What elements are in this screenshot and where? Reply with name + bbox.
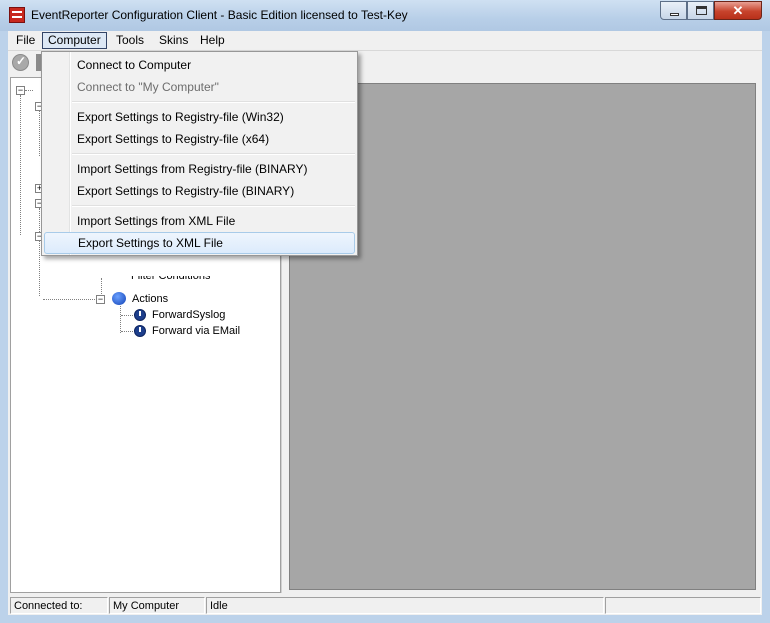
tree-connector (39, 208, 40, 232)
status-computer-name: My Computer (109, 597, 205, 614)
minimize-button[interactable] (660, 1, 687, 20)
tree-connector (39, 241, 40, 296)
tree-connector (25, 90, 33, 91)
menu-item-import-xml[interactable]: Import Settings from XML File (44, 210, 355, 232)
app-icon[interactable] (9, 7, 25, 23)
menu-help[interactable]: Help (195, 32, 230, 49)
tree-connector (120, 306, 121, 333)
menu-file[interactable]: File (11, 32, 40, 49)
menu-item-import-registry-binary[interactable]: Import Settings from Registry-file (BINA… (44, 158, 355, 180)
window-title: EventReporter Configuration Client - Bas… (31, 8, 408, 22)
maximize-button[interactable] (687, 1, 714, 20)
tree-connector (101, 278, 102, 294)
tree-item-forwardsyslog[interactable]: ForwardSyslog (152, 309, 225, 321)
tree-collapse-toggle[interactable]: − (16, 86, 25, 95)
menu-item-export-registry-binary[interactable]: Export Settings to Registry-file (BINARY… (44, 180, 355, 202)
menu-item-export-registry-win32[interactable]: Export Settings to Registry-file (Win32) (44, 106, 355, 128)
tree-connector (121, 331, 133, 332)
menu-separator (72, 153, 355, 155)
tree-collapse-toggle[interactable]: − (96, 295, 105, 304)
menu-item-export-xml[interactable]: Export Settings to XML File (44, 232, 355, 254)
action-power-icon (134, 325, 146, 337)
close-button[interactable]: ✕ (714, 1, 762, 20)
status-state: Idle (206, 597, 604, 614)
action-power-icon (134, 309, 146, 321)
menu-item-connect-to-computer[interactable]: Connect to Computer (44, 54, 355, 76)
tree-item-actions[interactable]: Actions (132, 293, 168, 305)
tree-item-forward-via-email[interactable]: Forward via EMail (152, 325, 240, 337)
menu-computer[interactable]: Computer (42, 32, 107, 49)
status-connected-label: Connected to: (10, 597, 108, 614)
tree-item-filter-conditions[interactable]: Filter Conditions (131, 276, 210, 282)
tree-connector (121, 315, 133, 316)
tree-connector (43, 299, 95, 300)
maximize-icon (696, 6, 707, 15)
title-bar[interactable]: EventReporter Configuration Client - Bas… (0, 0, 770, 31)
computer-menu-dropdown: Connect to Computer Connect to "My Compu… (41, 51, 358, 256)
menu-item-export-registry-x64[interactable]: Export Settings to Registry-file (x64) (44, 128, 355, 150)
actions-globe-icon (112, 292, 126, 305)
menu-bar: File Computer Tools Skins Help (8, 31, 762, 51)
minimize-icon (670, 13, 679, 16)
menu-separator (72, 101, 355, 103)
apply-check-icon[interactable] (12, 54, 29, 71)
menu-item-connect-to-my-computer: Connect to "My Computer" (77, 80, 219, 94)
menu-separator (72, 205, 355, 207)
menu-skins[interactable]: Skins (154, 32, 193, 49)
menu-tools[interactable]: Tools (111, 32, 149, 49)
status-extra (605, 597, 761, 614)
tree-connector (39, 111, 40, 156)
close-icon: ✕ (732, 3, 744, 18)
tree-connector (20, 95, 21, 235)
status-bar: Connected to: My Computer Idle (8, 597, 762, 615)
details-pane (289, 83, 756, 590)
application-window: EventReporter Configuration Client - Bas… (0, 0, 770, 623)
